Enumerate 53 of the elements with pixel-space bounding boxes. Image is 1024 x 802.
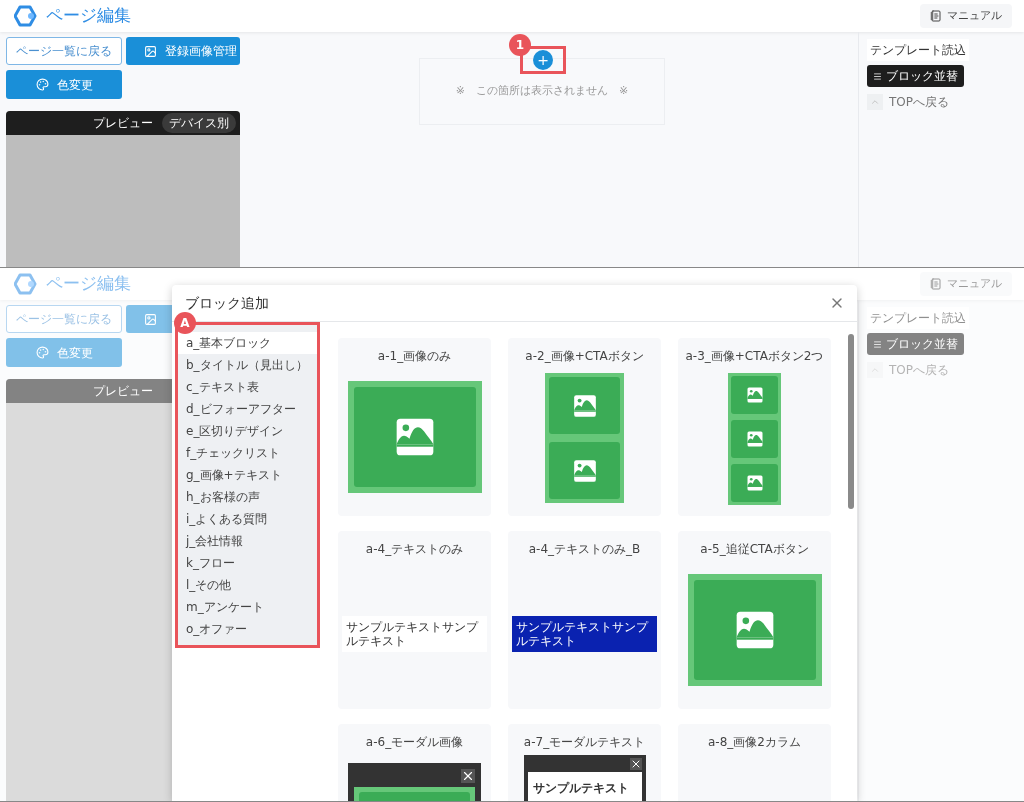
block-title: a-5_追従CTAボタン — [700, 541, 809, 558]
preview-title: プレビュー — [93, 383, 153, 400]
category-item[interactable]: d_ビフォーアフター — [178, 398, 317, 420]
block-title: a-6_モーダル画像 — [365, 734, 464, 751]
top-link[interactable]: TOPへ戻る — [889, 93, 949, 111]
add-block-button[interactable]: + — [533, 50, 553, 70]
category-item[interactable]: f_チェックリスト — [178, 442, 317, 464]
category-item[interactable]: c_テキスト表 — [178, 376, 317, 398]
template-button[interactable]: テンプレート読込 — [867, 39, 969, 61]
dialog-title: ブロック追加 — [185, 293, 269, 313]
category-item[interactable]: h_お客様の声 — [178, 486, 317, 508]
block-title: a-4_テキストのみ_B — [528, 541, 641, 558]
sample-text: サンプルテキスト — [532, 781, 629, 795]
block-title: a-3_画像+CTAボタン2つ — [685, 348, 824, 365]
category-item[interactable]: a_基本ブロック — [178, 332, 317, 354]
block-title: a-7_モーダルテキスト — [523, 734, 646, 751]
category-item[interactable]: o_オファー — [178, 618, 317, 640]
block-title: a-1_画像のみ — [377, 348, 452, 365]
page-title: ページ編集 — [46, 4, 131, 28]
category-item[interactable]: m_アンケート — [178, 596, 317, 618]
callout-badge: A — [174, 312, 196, 334]
sample-text: サンプルテキストサンプルテキスト — [342, 615, 487, 652]
device-button[interactable]: デバイス別 — [162, 113, 236, 133]
notice-text: ※ この箇所は表示されません ※ — [455, 83, 629, 100]
preview-title: プレビュー — [93, 115, 153, 132]
block-card[interactable]: a-4_テキストのみ サンプルテキストサンプルテキスト — [338, 531, 491, 709]
block-card[interactable]: a-4_テキストのみ_B サンプルテキストサンプルテキスト — [508, 531, 661, 709]
category-item[interactable]: l_その他 — [178, 574, 317, 596]
category-item[interactable]: j_会社情報 — [178, 530, 317, 552]
category-item[interactable]: b_タイトル（見出し） — [178, 354, 317, 376]
block-card[interactable]: a-5_追従CTAボタン — [678, 531, 831, 709]
block-card[interactable]: a-7_モーダルテキスト サンプルテキスト — [508, 724, 661, 801]
color-button[interactable]: 色変更 — [6, 70, 122, 99]
block-card[interactable]: a-8_画像2カラム — [678, 724, 831, 801]
manual-button[interactable]: マニュアル — [920, 4, 1012, 28]
category-item[interactable]: e_区切りデザイン — [178, 420, 317, 442]
category-item[interactable]: k_フロー — [178, 552, 317, 574]
sort-button[interactable]: ブロック並替 — [867, 333, 964, 355]
block-title: a-4_テキストのみ — [365, 541, 464, 558]
sort-button[interactable]: ブロック並替 — [867, 65, 964, 87]
block-card[interactable]: a-6_モーダル画像 — [338, 724, 491, 801]
block-card[interactable]: a-2_画像+CTAボタン — [508, 338, 661, 516]
page-title: ページ編集 — [46, 272, 131, 296]
category-item[interactable]: g_画像+テキスト — [178, 464, 317, 486]
images-button[interactable]: 登録画像管理 — [126, 37, 240, 65]
category-item[interactable]: i_よくある質問 — [178, 508, 317, 530]
block-title: a-2_画像+CTAボタン — [525, 348, 644, 365]
callout-badge: 1 — [509, 34, 531, 56]
block-title: a-8_画像2カラム — [708, 734, 801, 751]
block-card[interactable]: a-1_画像のみ — [338, 338, 491, 516]
back-button[interactable]: ページ一覧に戻る — [6, 37, 122, 65]
sample-banner: サンプルテキストサンプルテキスト — [512, 615, 657, 652]
block-card[interactable]: a-3_画像+CTAボタン2つ — [678, 338, 831, 516]
